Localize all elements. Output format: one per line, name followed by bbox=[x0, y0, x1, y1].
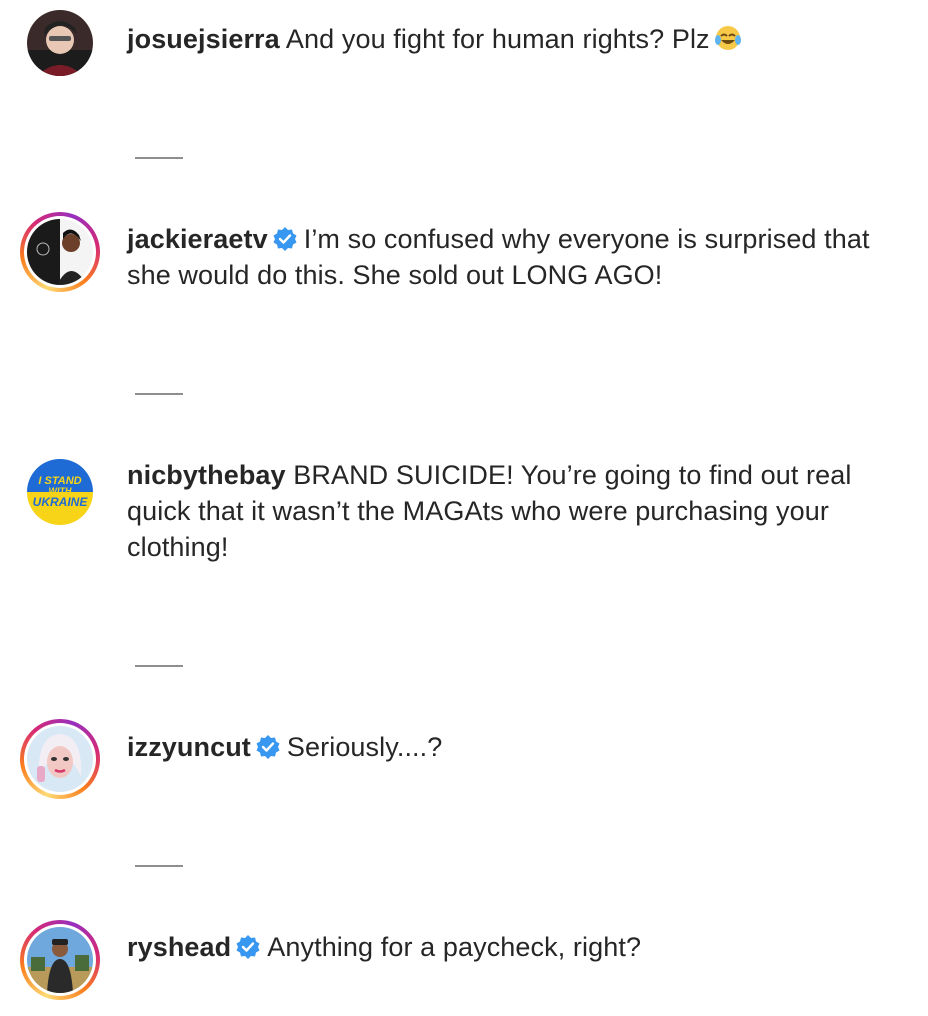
story-ring bbox=[20, 212, 100, 292]
avatar bbox=[27, 726, 93, 792]
verified-badge-icon bbox=[272, 225, 298, 251]
story-ring bbox=[20, 719, 100, 799]
divider bbox=[135, 865, 183, 867]
comment-text-block: ryshead Anything for a paycheck, right? bbox=[127, 929, 907, 965]
avatar-button[interactable] bbox=[20, 212, 100, 292]
avatar bbox=[27, 219, 93, 285]
divider bbox=[135, 393, 183, 395]
comment-body: And you fight for human rights? Plz bbox=[285, 24, 710, 54]
verified-badge-icon bbox=[235, 933, 261, 959]
avatar-button[interactable] bbox=[20, 3, 100, 83]
comment-text-block: jackieraetv I’m so confused why everyone … bbox=[127, 221, 907, 293]
avatar: I STAND WITH UKRAINE bbox=[27, 459, 93, 525]
comment-text-block: josuejsierra And you fight for human rig… bbox=[127, 21, 907, 57]
avatar-button[interactable] bbox=[20, 719, 100, 799]
comment-body: Seriously....? bbox=[286, 732, 443, 762]
comment-username[interactable]: izzyuncut bbox=[127, 732, 251, 762]
divider bbox=[135, 665, 183, 667]
verified-badge-icon bbox=[255, 733, 281, 759]
comment-username[interactable]: nicbythebay bbox=[127, 460, 286, 490]
avatar bbox=[27, 10, 93, 76]
comment-username[interactable]: josuejsierra bbox=[127, 24, 280, 54]
comments-list: josuejsierra And you fight for human rig… bbox=[0, 0, 928, 1016]
avatar-text-line: UKRAINE bbox=[33, 495, 89, 509]
comment-text-block: nicbythebay BRAND SUICIDE! You’re going … bbox=[127, 457, 907, 565]
avatar-button[interactable] bbox=[20, 920, 100, 1000]
comment-text-block: izzyuncut Seriously....? bbox=[127, 729, 907, 765]
divider bbox=[135, 157, 183, 159]
story-ring bbox=[20, 920, 100, 1000]
comment-username[interactable]: ryshead bbox=[127, 932, 231, 962]
avatar-button[interactable]: I STAND WITH UKRAINE bbox=[20, 452, 100, 532]
face-with-tears-of-joy-icon bbox=[714, 24, 742, 52]
avatar bbox=[27, 927, 93, 993]
comment-username[interactable]: jackieraetv bbox=[127, 224, 268, 254]
comment-body: Anything for a paycheck, right? bbox=[267, 932, 642, 962]
